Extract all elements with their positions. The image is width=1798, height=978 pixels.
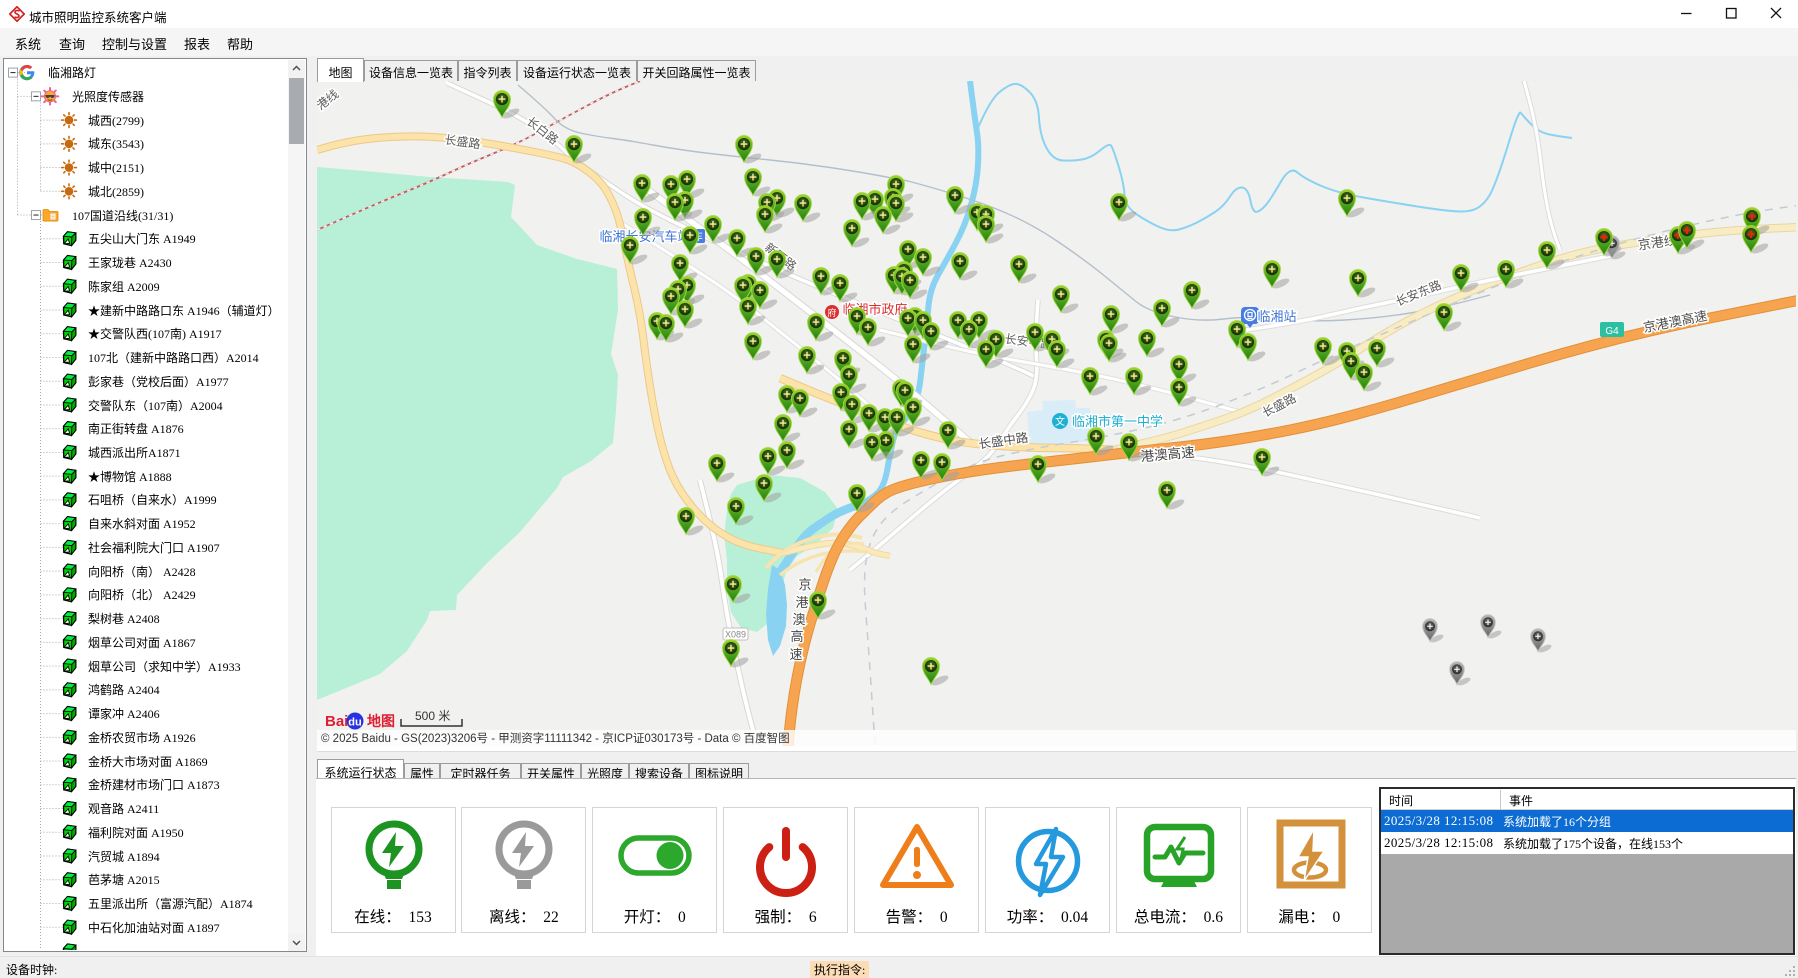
svg-text:港: 港 — [795, 595, 808, 610]
svg-text:Bai: Bai — [325, 713, 348, 730]
svg-text:X089: X089 — [725, 630, 746, 640]
svg-text:500 米: 500 米 — [415, 709, 450, 723]
svg-text:© 2025 Baidu - GS(2023)3206号 -: © 2025 Baidu - GS(2023)3206号 - 甲测资字11111… — [321, 731, 790, 745]
svg-text:府: 府 — [827, 307, 836, 318]
svg-text:京: 京 — [798, 577, 811, 592]
svg-text:临湘站: 临湘站 — [1257, 309, 1296, 324]
svg-text:高: 高 — [790, 629, 803, 644]
svg-text:地图: 地图 — [367, 713, 395, 729]
svg-text:澳: 澳 — [792, 612, 805, 627]
svg-text:文: 文 — [1055, 415, 1065, 428]
svg-text:du: du — [348, 717, 361, 729]
svg-text:速: 速 — [789, 647, 802, 662]
svg-text:G4: G4 — [1605, 326, 1619, 337]
svg-text:临湘市第一中学: 临湘市第一中学 — [1072, 414, 1163, 429]
